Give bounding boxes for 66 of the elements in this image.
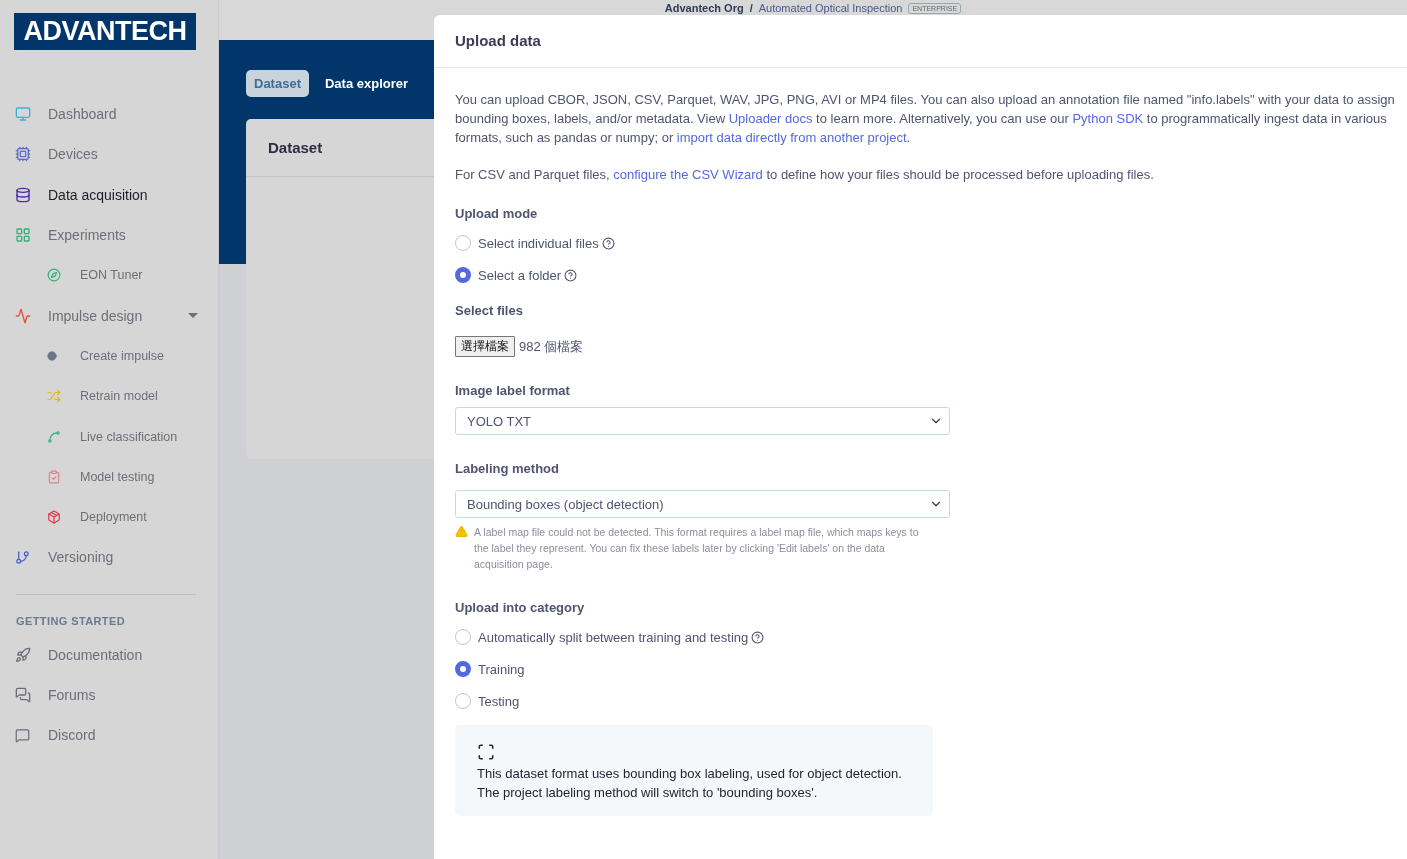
curve-icon — [47, 429, 61, 444]
warning-icon — [455, 525, 468, 538]
sidebar-item[interactable]: Live classification — [0, 416, 218, 457]
chat-icon — [15, 687, 31, 703]
box-icon — [47, 510, 61, 525]
sidebar-item[interactable]: Experiments — [0, 214, 218, 256]
separator: / — [749, 2, 753, 14]
option-label: Select a folder — [478, 267, 562, 283]
shuffle-icon — [47, 389, 61, 404]
help-icon[interactable] — [601, 236, 615, 250]
option-label: Select individual files — [478, 235, 599, 251]
select-field[interactable]: Bounding boxes (object detection) — [455, 490, 950, 518]
radio-button[interactable] — [455, 693, 471, 709]
select-field[interactable]: YOLO TXT — [455, 407, 950, 435]
field-label: Image label format — [455, 383, 571, 398]
compass-icon — [47, 268, 61, 283]
database-icon — [15, 186, 31, 203]
sidebar-item[interactable]: Documentation — [0, 634, 218, 675]
logo[interactable]: ADVANTECH — [14, 13, 196, 50]
sidebar-item[interactable]: Discord — [0, 715, 218, 756]
branch-icon — [15, 549, 30, 565]
sidebar-item[interactable]: Retrain model — [0, 376, 218, 417]
dialog-title: Upload data — [434, 15, 1407, 68]
bounding-box-icon — [477, 743, 495, 761]
sidebar-item[interactable]: Dashboard — [0, 94, 218, 135]
sidebar-item[interactable]: Forums — [0, 674, 218, 716]
sidebar-item[interactable]: Create impulse — [0, 335, 218, 377]
option-label: Testing — [478, 693, 520, 709]
field-label: Labeling method — [455, 461, 560, 476]
rocket-icon — [15, 646, 31, 663]
tab[interactable]: Dataset — [246, 70, 309, 97]
clipboard-icon — [47, 469, 61, 484]
dot-icon — [47, 350, 57, 361]
info-text: This dataset format uses bounding box labeling, used for object detection. The project labeling method will switch to 'bounding boxes'. — [477, 765, 903, 802]
radio-button[interactable] — [455, 629, 471, 645]
help-icon[interactable] — [564, 268, 578, 282]
sidebar-item[interactable]: Deployment — [0, 496, 218, 538]
link[interactable]: import data directly from another project — [676, 130, 907, 145]
caret-icon[interactable] — [188, 313, 198, 319]
file-count: 982 個檔案 — [519, 337, 584, 356]
project-name[interactable]: Automated Optical Inspection — [758, 2, 903, 14]
tab[interactable]: Data explorer — [316, 70, 417, 97]
monitor-icon — [15, 106, 31, 123]
field-label: Upload into category — [455, 600, 586, 615]
sidebar-item[interactable]: Devices — [0, 134, 218, 175]
choose-file-button[interactable]: 選擇檔案 — [455, 336, 515, 357]
sidebar-item[interactable]: Versioning — [0, 537, 218, 578]
help-icon[interactable] — [751, 630, 765, 644]
pulse-icon — [15, 307, 31, 324]
sidebar-item[interactable]: Data acquisition — [0, 174, 218, 215]
organization-name[interactable]: Advantech Org — [664, 2, 744, 14]
field-label: Upload mode — [455, 206, 539, 221]
section-title: GETTING STARTED — [15, 613, 127, 629]
sidebar-item[interactable]: Impulse design — [0, 295, 218, 336]
option-label: Automatically split between training and testing — [478, 629, 749, 645]
radio-button[interactable] — [455, 267, 471, 283]
field-label: Select files — [455, 303, 524, 318]
radio-button[interactable] — [455, 661, 471, 677]
sidebar-item[interactable]: Model testing — [0, 456, 218, 497]
option-label: Training — [478, 661, 525, 677]
warning-text: A label map file could not be detected. This format requires a label map file, which maps keys to the label they represent. You can fix these labels later by clicking 'Edit labels' on the data acquisition page. — [474, 525, 920, 572]
chip-icon — [15, 146, 31, 163]
sidebar-item[interactable]: EON Tuner — [0, 255, 218, 296]
grid-icon — [15, 227, 31, 244]
radio-button[interactable] — [455, 235, 471, 251]
message-icon — [15, 727, 30, 743]
